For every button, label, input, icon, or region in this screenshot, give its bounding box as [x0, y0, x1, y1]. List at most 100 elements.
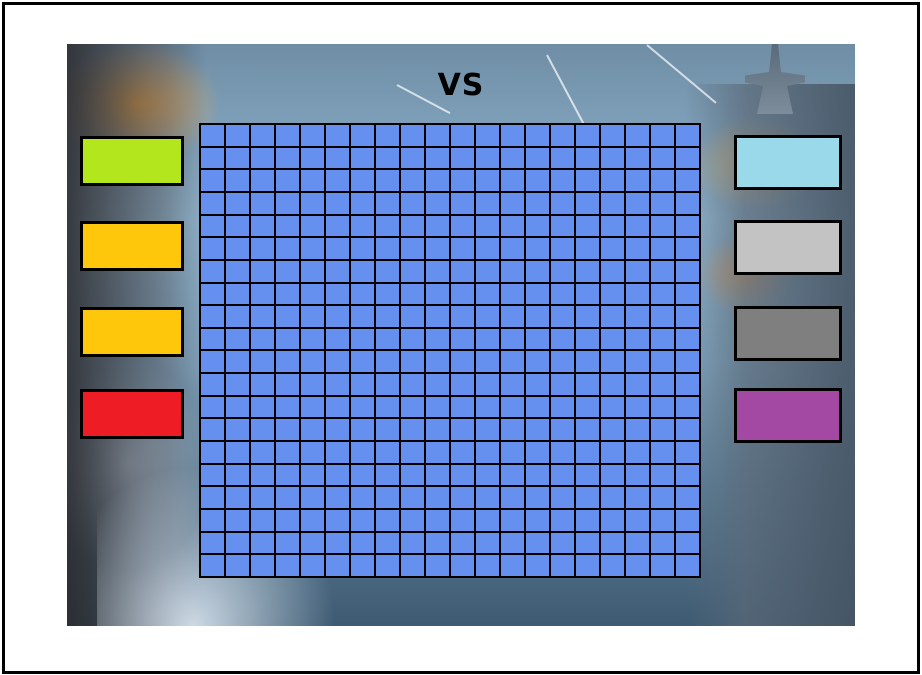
board-cell[interactable] — [276, 238, 299, 259]
board-cell[interactable] — [651, 170, 674, 191]
board-cell[interactable] — [476, 260, 499, 282]
board-cell[interactable] — [376, 192, 399, 214]
board-cell[interactable] — [276, 125, 299, 146]
board-cell[interactable] — [626, 306, 649, 327]
board-cell[interactable] — [401, 238, 424, 259]
player-color-green[interactable] — [80, 136, 184, 186]
board-cell[interactable] — [326, 442, 349, 463]
board-cell[interactable] — [626, 555, 649, 576]
board-cell[interactable] — [276, 351, 299, 373]
board-cell[interactable] — [651, 351, 674, 373]
board-cell[interactable] — [226, 328, 249, 350]
board-cell[interactable] — [576, 442, 599, 463]
board-cell[interactable] — [676, 374, 699, 395]
board-cell[interactable] — [526, 532, 549, 554]
board-cell[interactable] — [201, 260, 224, 282]
board-cell[interactable] — [401, 374, 424, 395]
board-cell[interactable] — [626, 464, 649, 486]
board-cell[interactable] — [376, 215, 399, 237]
board-cell[interactable] — [501, 396, 524, 418]
board-cell[interactable] — [326, 238, 349, 259]
board-cell[interactable] — [551, 238, 574, 259]
board-cell[interactable] — [226, 283, 249, 305]
board-cell[interactable] — [301, 192, 324, 214]
board-cell[interactable] — [351, 328, 374, 350]
board-cell[interactable] — [451, 306, 474, 327]
board-cell[interactable] — [476, 374, 499, 395]
board-cell[interactable] — [501, 487, 524, 509]
board-cell[interactable] — [451, 260, 474, 282]
board-cell[interactable] — [676, 532, 699, 554]
board-cell[interactable] — [201, 170, 224, 191]
board-cell[interactable] — [501, 215, 524, 237]
board-cell[interactable] — [351, 283, 374, 305]
board-cell[interactable] — [301, 532, 324, 554]
board-cell[interactable] — [576, 487, 599, 509]
board-cell[interactable] — [601, 396, 624, 418]
board-cell[interactable] — [201, 374, 224, 395]
board-cell[interactable] — [651, 396, 674, 418]
board-cell[interactable] — [251, 487, 274, 509]
board-cell[interactable] — [426, 215, 449, 237]
board-cell[interactable] — [351, 374, 374, 395]
board-cell[interactable] — [226, 532, 249, 554]
board-cell[interactable] — [526, 192, 549, 214]
board-cell[interactable] — [376, 464, 399, 486]
board-cell[interactable] — [201, 125, 224, 146]
board-cell[interactable] — [476, 170, 499, 191]
board-cell[interactable] — [576, 306, 599, 327]
board-cell[interactable] — [401, 170, 424, 191]
board-cell[interactable] — [476, 351, 499, 373]
board-cell[interactable] — [451, 125, 474, 146]
board-cell[interactable] — [501, 306, 524, 327]
board-cell[interactable] — [276, 510, 299, 531]
board-cell[interactable] — [501, 238, 524, 259]
board-cell[interactable] — [226, 487, 249, 509]
board-cell[interactable] — [226, 351, 249, 373]
board-cell[interactable] — [601, 555, 624, 576]
board-cell[interactable] — [676, 487, 699, 509]
board-cell[interactable] — [401, 487, 424, 509]
board-cell[interactable] — [201, 351, 224, 373]
board-cell[interactable] — [426, 555, 449, 576]
board-cell[interactable] — [351, 147, 374, 169]
board-cell[interactable] — [401, 125, 424, 146]
board-cell[interactable] — [276, 170, 299, 191]
board-cell[interactable] — [276, 306, 299, 327]
board-cell[interactable] — [201, 215, 224, 237]
board-cell[interactable] — [226, 555, 249, 576]
board-cell[interactable] — [301, 396, 324, 418]
board-cell[interactable] — [651, 510, 674, 531]
board-cell[interactable] — [551, 192, 574, 214]
board-cell[interactable] — [601, 419, 624, 441]
board-cell[interactable] — [651, 555, 674, 576]
board-cell[interactable] — [301, 442, 324, 463]
board-cell[interactable] — [276, 464, 299, 486]
board-cell[interactable] — [626, 442, 649, 463]
board-cell[interactable] — [326, 487, 349, 509]
board-cell[interactable] — [551, 125, 574, 146]
board-cell[interactable] — [251, 555, 274, 576]
board-cell[interactable] — [601, 170, 624, 191]
opponent-color-gray[interactable] — [734, 306, 842, 361]
board-cell[interactable] — [326, 283, 349, 305]
board-cell[interactable] — [201, 555, 224, 576]
board-cell[interactable] — [451, 328, 474, 350]
board-cell[interactable] — [401, 283, 424, 305]
board-cell[interactable] — [401, 147, 424, 169]
board-cell[interactable] — [376, 374, 399, 395]
board-cell[interactable] — [576, 555, 599, 576]
board-cell[interactable] — [526, 238, 549, 259]
board-cell[interactable] — [676, 351, 699, 373]
board-cell[interactable] — [501, 328, 524, 350]
board-cell[interactable] — [251, 532, 274, 554]
board-cell[interactable] — [451, 283, 474, 305]
board-cell[interactable] — [251, 374, 274, 395]
board-cell[interactable] — [251, 283, 274, 305]
board-cell[interactable] — [351, 464, 374, 486]
board-cell[interactable] — [426, 487, 449, 509]
board-cell[interactable] — [426, 532, 449, 554]
board-cell[interactable] — [526, 464, 549, 486]
board-cell[interactable] — [476, 532, 499, 554]
board-cell[interactable] — [401, 215, 424, 237]
